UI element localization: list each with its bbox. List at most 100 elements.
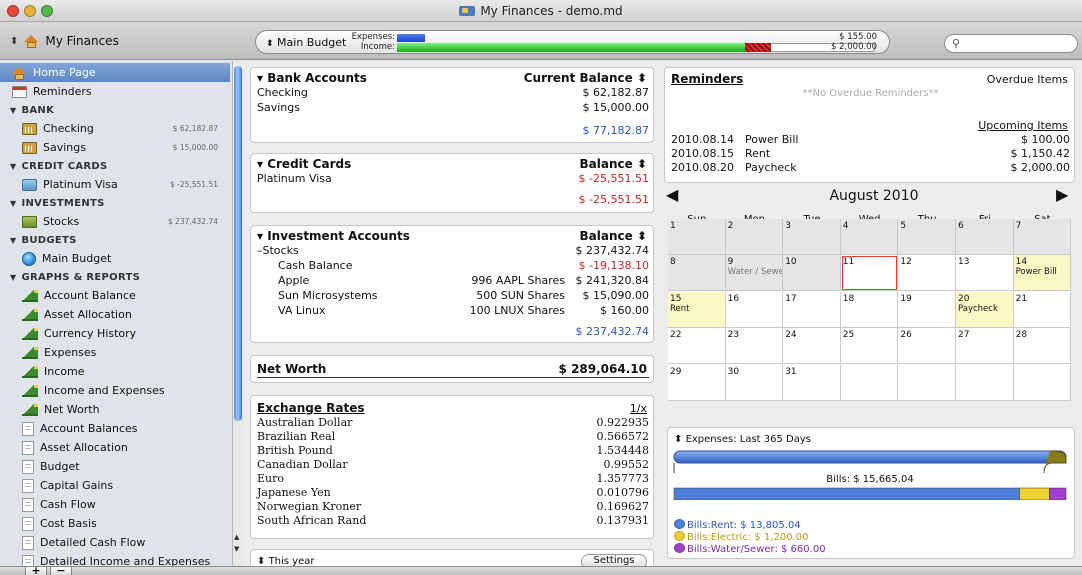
exchange-rate-row[interactable]: South African Rand 0.137931	[257, 514, 649, 528]
sidebar-item-graph[interactable]: Income and Expenses	[0, 381, 230, 400]
security-row[interactable]: Apple 996 AAPL Shares $ 241,320.84	[257, 274, 649, 288]
sidebar-scrollbar[interactable]: ▲ ▼	[232, 61, 243, 566]
next-month-icon[interactable]: ▶	[1056, 185, 1068, 204]
exchange-rate-row[interactable]: Norwegian Kroner 0.169627	[257, 500, 649, 514]
credit-cards-title[interactable]: ▾ Credit Cards	[257, 157, 351, 171]
balance-column-header[interactable]: Balance ⬍	[580, 157, 647, 171]
calendar-day-cell[interactable]: 19	[898, 291, 956, 328]
exchange-rate-row[interactable]: Australian Dollar 0.922935	[257, 416, 649, 430]
sidebar-item-budget[interactable]: Main Budget	[0, 249, 230, 268]
calendar-day-cell[interactable]: 9 Water / Sewe	[725, 255, 784, 292]
search-field[interactable]: ⚲	[944, 34, 1078, 53]
calendar-day-cell[interactable]: 11	[840, 255, 899, 292]
account-row-savings[interactable]: Savings $ 15,000.00	[257, 101, 649, 115]
calendar-day-cell[interactable]: 12	[898, 255, 956, 292]
calendar-day-cell[interactable]: 28	[1013, 328, 1072, 365]
calendar-day-cell[interactable]: 26	[898, 328, 956, 365]
sidebar-item-credit-card[interactable]: Platinum Visa $ -25,551.51	[0, 175, 230, 194]
calendar-day-cell[interactable]: 25	[840, 328, 899, 365]
sidebar-item-report[interactable]: Budget	[0, 457, 230, 476]
calendar-day-cell[interactable]: 27	[956, 328, 1014, 365]
calendar-day-cell[interactable]: 17	[783, 291, 841, 328]
calendar-day-cell[interactable]: 16	[725, 291, 784, 328]
calendar-day-cell[interactable]	[1013, 364, 1072, 401]
sidebar-section-investments[interactable]: ▼ INVESTMENTS	[10, 195, 105, 212]
account-row-platinum-visa[interactable]: Platinum Visa $ -25,551.51	[257, 172, 649, 186]
sidebar-item-graph[interactable]: Net Worth	[0, 400, 230, 419]
calendar-day-cell[interactable]: 22	[668, 328, 726, 365]
expense-segment[interactable]	[673, 487, 1020, 500]
legend-entry[interactable]: Bills:Water/Sewer: $ 660.00	[674, 543, 826, 555]
investment-accounts-title[interactable]: ▾ Investment Accounts	[257, 229, 410, 243]
sidebar-section-budgets[interactable]: ▼ BUDGETS	[10, 232, 77, 249]
calendar-day-cell[interactable]: 23	[725, 328, 784, 365]
invert-rates-toggle[interactable]: 1/x	[630, 402, 647, 415]
legend-entry[interactable]: Bills:Electric: $ 1,200.00	[674, 531, 826, 543]
budget-name[interactable]: ⬍ Main Budget	[266, 36, 346, 49]
sidebar-item-investment[interactable]: Stocks $ 237,432.74	[0, 212, 230, 231]
legend-entry[interactable]: Bills:Rent: $ 13,805.04	[674, 519, 826, 531]
exchange-rate-row[interactable]: Brazilian Real 0.566572	[257, 430, 649, 444]
sidebar-item-report[interactable]: Capital Gains	[0, 476, 230, 495]
account-row-checking[interactable]: Checking $ 62,182.87	[257, 86, 649, 100]
sidebar-item-reminders[interactable]: Reminders	[0, 82, 230, 101]
calendar-event[interactable]: Power Bill	[1016, 267, 1069, 277]
scroll-up-icon[interactable]: ▲	[234, 533, 239, 541]
calendar-day-cell[interactable]: 6	[956, 219, 1014, 255]
calendar-day-cell[interactable]: 5	[898, 219, 956, 255]
sidebar-item-graph[interactable]: Expenses	[0, 343, 230, 362]
calendar-day-cell[interactable]: 4	[840, 219, 899, 255]
calendar-day-cell[interactable]: 2	[725, 219, 784, 255]
calendar-day-cell[interactable]: 18	[840, 291, 899, 328]
calendar-day-cell[interactable]: 31	[783, 364, 841, 401]
reminder-row[interactable]: 2010.08.14 Power Bill $ 100.00	[671, 133, 1070, 147]
calendar-day-cell[interactable]: 10	[783, 255, 841, 292]
calendar-day-cell[interactable]: 20 Paycheck	[956, 291, 1014, 328]
sidebar-item-report[interactable]: Detailed Cash Flow	[0, 533, 230, 552]
sidebar-item-graph[interactable]: Income	[0, 362, 230, 381]
security-row[interactable]: VA Linux 100 LNUX Shares $ 160.00	[257, 304, 649, 318]
sidebar-item-bank-account[interactable]: Checking $ 62,182.87	[0, 119, 230, 138]
sidebar-item-report[interactable]: Account Balances	[0, 419, 230, 438]
calendar-day-cell[interactable]: 3	[783, 219, 841, 255]
sidebar-item-report[interactable]: Cost Basis	[0, 514, 230, 533]
expense-segment[interactable]	[1019, 487, 1050, 500]
calendar-day-cell[interactable]: 7	[1013, 219, 1072, 255]
reminder-row[interactable]: 2010.08.15 Rent $ 1,150.42	[671, 147, 1070, 161]
close-button[interactable]	[7, 5, 19, 17]
exchange-rate-row[interactable]: Canadian Dollar 0.99552	[257, 458, 649, 472]
sidebar-item-report[interactable]: Asset Allocation	[0, 438, 230, 457]
sidebar-item-bank-account[interactable]: Savings $ 15,000.00	[0, 138, 230, 157]
exchange-rate-row[interactable]: Japanese Yen 0.010796	[257, 486, 649, 500]
reminder-row[interactable]: 2010.08.20 Paycheck $ 2,000.00	[671, 161, 1070, 175]
calendar-day-cell[interactable]	[898, 364, 956, 401]
zoom-button[interactable]	[41, 5, 53, 17]
expense-segment[interactable]	[1049, 487, 1067, 500]
calendar-day-cell[interactable]: 1	[668, 219, 726, 255]
sidebar-item-graph[interactable]: Currency History	[0, 324, 230, 343]
expenses-period-selector[interactable]: ⬍ Expenses: Last 365 Days	[674, 434, 811, 445]
exchange-rate-row[interactable]: Euro 1.357773	[257, 472, 649, 486]
calendar-event[interactable]: Water / Sewe	[728, 267, 783, 277]
calendar-day-cell[interactable]: 24	[783, 328, 841, 365]
budget-summary[interactable]: ⬍ Main Budget Expenses: Income: $ 155.00 $…	[255, 30, 890, 54]
sidebar-section-bank[interactable]: ▼ BANK	[10, 102, 54, 119]
scroll-thumb[interactable]	[234, 66, 242, 421]
sidebar-section-graphs-reports[interactable]: ▼ GRAPHS & REPORTS	[10, 269, 140, 286]
sidebar-item-graph[interactable]: Asset Allocation	[0, 305, 230, 324]
calendar-day-cell[interactable]: 13	[956, 255, 1014, 292]
calendar-day-cell[interactable]: 8	[668, 255, 726, 292]
sidebar-section-credit-cards[interactable]: ▼ CREDIT CARDS	[10, 158, 108, 175]
calendar-day-cell[interactable]: 21	[1013, 291, 1072, 328]
calendar-event[interactable]: Rent	[670, 304, 723, 314]
exchange-rate-row[interactable]: British Pound 1.534448	[257, 444, 649, 458]
remove-button[interactable]: −	[50, 565, 72, 575]
calendar-day-cell[interactable]: 14 Power Bill	[1013, 255, 1072, 292]
sidebar-item-home-page[interactable]: Home Page	[0, 63, 230, 82]
calendar-day-cell[interactable]	[956, 364, 1014, 401]
balance-column-header[interactable]: Current Balance ⬍	[524, 71, 647, 85]
balance-column-header[interactable]: Balance ⬍	[580, 229, 647, 243]
source-selector[interactable]: ⬍ My Finances	[10, 34, 119, 48]
sidebar-item-report[interactable]: Cash Flow	[0, 495, 230, 514]
previous-month-icon[interactable]: ◀	[666, 185, 678, 204]
